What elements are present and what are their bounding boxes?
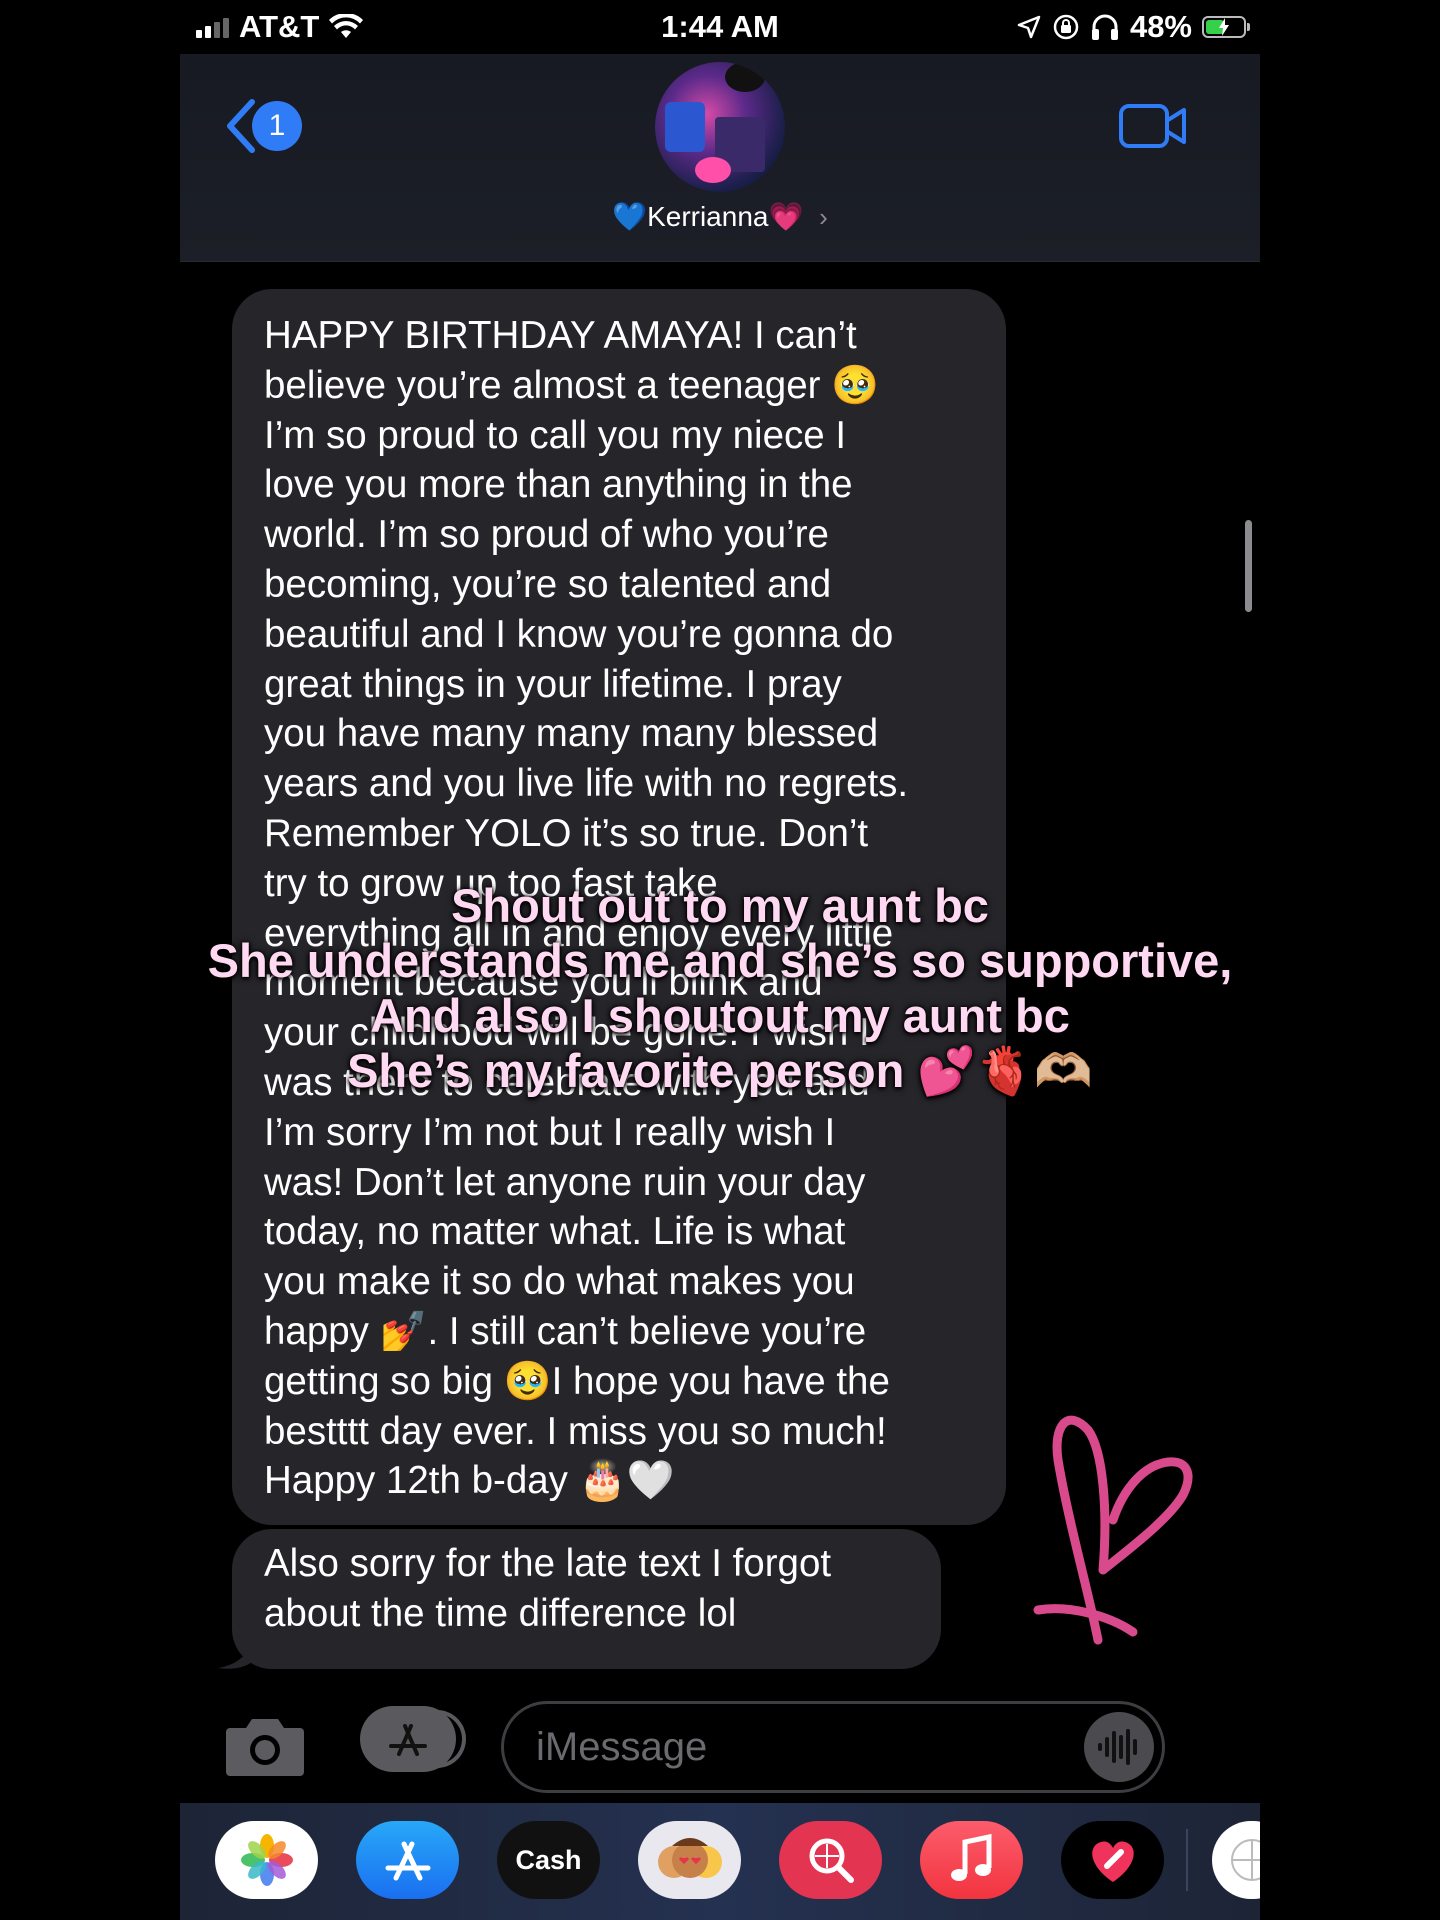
message-line: about the time difference lol: [264, 1591, 737, 1635]
apple-cash-app-button[interactable]: Cash: [497, 1821, 600, 1899]
message-line: was! Don’t let anyone ruin your day: [264, 1160, 866, 1204]
memoji-icon: [657, 1838, 722, 1878]
heart-doodle: [1033, 1415, 1193, 1645]
messages-screen: AT&T 1:44 AM 48% 1 💙Kerrianna💗 › HAPPY B…: [180, 0, 1260, 1920]
message-line: I’m sorry I’m not but I really wish I: [264, 1110, 836, 1154]
message-line: bestttt day ever. I miss you so much!: [264, 1409, 887, 1453]
apple-cash-icon: Cash: [515, 1844, 582, 1875]
message-line: becoming, you’re so talented and: [264, 562, 832, 606]
message-line: you have many many many blessed: [264, 712, 879, 756]
message-line: getting so big 🥹I hope you have the: [264, 1359, 890, 1403]
image-search-icon: [809, 1838, 854, 1883]
message-line: your childhood will be gone. I wish I: [264, 1011, 870, 1055]
message-line: beautiful and I know you’re gonna do: [264, 612, 894, 656]
image-search-app-button[interactable]: [779, 1821, 882, 1899]
photos-icon: [240, 1834, 293, 1886]
message-line: moment because you’ll blink and: [264, 961, 823, 1005]
music-icon: [950, 1833, 991, 1881]
location-icon: [1017, 15, 1041, 39]
message-line: believe you’re almost a teenager 🥹: [264, 363, 880, 407]
rotation-lock-icon: [1053, 14, 1079, 40]
battery-percent: 48%: [1129, 9, 1192, 44]
bubble-tail: [218, 1630, 254, 1669]
camera-button[interactable]: [224, 1712, 306, 1783]
imessage-input[interactable]: [504, 1723, 1058, 1771]
photos-app-button[interactable]: [215, 1821, 318, 1899]
received-message-bubble[interactable]: HAPPY BIRTHDAY AMAYA! I can’t believe yo…: [232, 289, 1006, 1525]
message-line: I’m so proud to call you my niece I: [264, 413, 847, 457]
music-app-button[interactable]: [920, 1821, 1023, 1899]
message-line: was there to celebrate with you and: [264, 1060, 870, 1104]
app-store-icon: [385, 1841, 430, 1881]
contact-avatar[interactable]: [655, 62, 785, 192]
chevron-right-icon: ›: [819, 202, 828, 232]
message-line: Also sorry for the late text I forgot: [264, 1542, 832, 1585]
facetime-video-button[interactable]: [1118, 102, 1188, 155]
battery-icon: [1202, 16, 1250, 38]
message-line: love you more than anything in the: [264, 463, 853, 507]
message-line: Remember YOLO it’s so true. Don’t: [264, 811, 869, 855]
message-line: today, no matter what. Life is what: [264, 1210, 846, 1254]
received-message-bubble[interactable]: Also sorry for the late text I forgot ab…: [232, 1529, 941, 1669]
digital-touch-app-button[interactable]: [1061, 1821, 1164, 1899]
conversation-header: 1 💙Kerrianna💗 ›: [180, 54, 1260, 262]
message-line: try to grow up too fast take: [264, 861, 718, 905]
video-camera-icon: [1119, 104, 1186, 148]
back-button[interactable]: 1: [222, 98, 302, 154]
message-line: you make it so do what makes you: [264, 1260, 855, 1304]
contact-name-button[interactable]: 💙Kerrianna💗 ›: [180, 200, 1260, 233]
voice-message-button[interactable]: [1084, 1712, 1154, 1782]
app-store-ring-decoration: [430, 1710, 466, 1768]
app-store-app-button[interactable]: [356, 1821, 459, 1899]
imessage-app-tray: Cash: [180, 1803, 1260, 1920]
message-line: everything all in and enjoy every little: [264, 911, 894, 955]
message-line: HAPPY BIRTHDAY AMAYA! I can’t: [264, 314, 857, 357]
message-line: happy 💅. I still can’t believe you’re: [264, 1309, 867, 1353]
globe-icon: [1231, 1839, 1260, 1881]
message-line: world. I’m so proud of who you’re: [264, 513, 829, 557]
status-bar: AT&T 1:44 AM 48%: [180, 0, 1260, 54]
headphones-icon: [1091, 14, 1118, 40]
more-apps-button[interactable]: [1212, 1821, 1260, 1899]
unread-count-badge: 1: [252, 101, 302, 151]
scroll-indicator[interactable]: [1245, 520, 1252, 612]
message-line: great things in your lifetime. I pray: [264, 662, 842, 706]
contact-name: 💙Kerrianna💗: [612, 201, 804, 232]
memoji-app-button[interactable]: [638, 1821, 741, 1899]
message-input-field[interactable]: [501, 1701, 1165, 1793]
message-line: years and you live life with no regrets.: [264, 762, 909, 806]
waveform-icon: [1098, 1729, 1137, 1765]
tray-divider: [1186, 1829, 1188, 1891]
camera-icon: [226, 1719, 304, 1776]
message-line: Happy 12th b-day 🎂🤍: [264, 1459, 675, 1503]
app-store-icon: [389, 1724, 427, 1756]
digital-touch-icon: [1091, 1841, 1134, 1882]
